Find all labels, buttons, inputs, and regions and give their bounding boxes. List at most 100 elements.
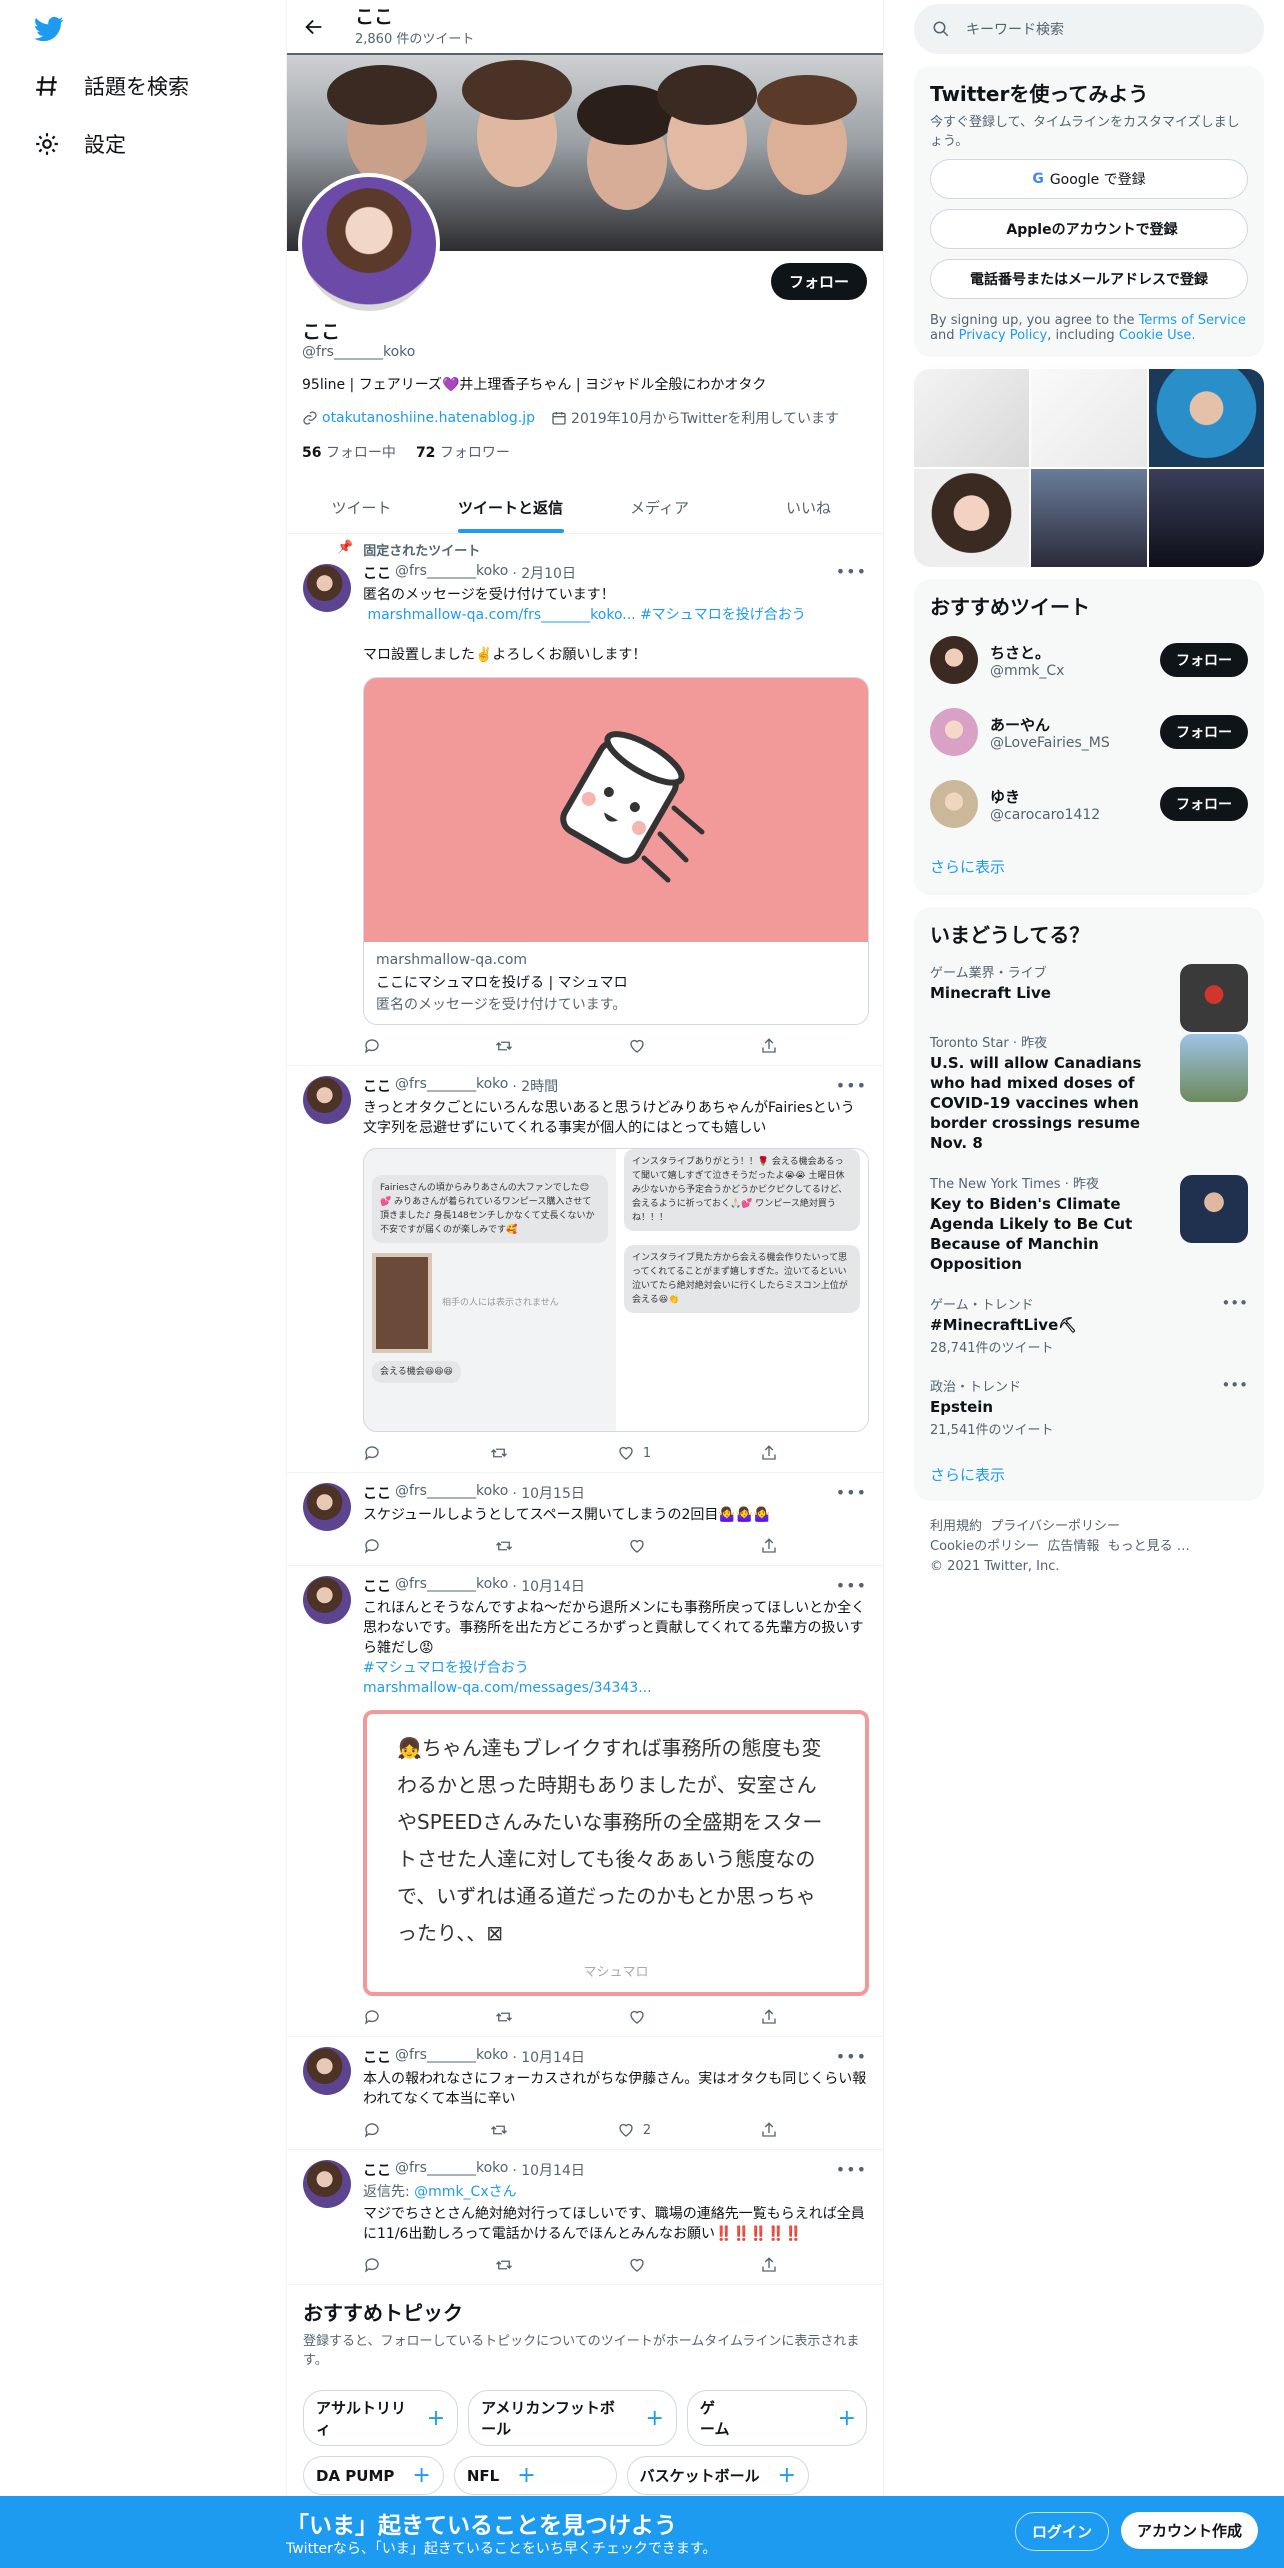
tweet[interactable]: ••• ここ @frs_______koko · 10月14日 本人の報われなさにフ… bbox=[287, 2037, 883, 2150]
share-button[interactable] bbox=[760, 1444, 778, 1462]
topic-chip[interactable]: DA PUMP + bbox=[303, 2456, 444, 2495]
retweet-button[interactable] bbox=[495, 2256, 513, 2274]
user-suggestion[interactable]: あーやん @LoveFairies_MS フォロー bbox=[914, 696, 1264, 768]
followers-stat[interactable]: 72 フォロワー bbox=[416, 442, 510, 462]
retweet-button[interactable] bbox=[490, 2121, 508, 2139]
twitter-logo-icon[interactable] bbox=[34, 14, 64, 44]
footer-link[interactable]: 広告情報 bbox=[1047, 1539, 1099, 1554]
share-button[interactable] bbox=[760, 2121, 778, 2139]
reply-button[interactable] bbox=[363, 1444, 381, 1462]
following-stat[interactable]: 56 フォロー中 bbox=[302, 442, 396, 462]
signup-button[interactable]: アカウント作成 bbox=[1121, 2512, 1259, 2549]
media-thumbnail[interactable] bbox=[1148, 469, 1264, 567]
hashtag-link[interactable]: #マシュマロを投げ合おう bbox=[640, 607, 806, 623]
footer-link[interactable]: Cookieのポリシー bbox=[930, 1539, 1039, 1554]
tweet-avatar[interactable] bbox=[303, 564, 351, 612]
tweet-avatar[interactable] bbox=[303, 2160, 351, 2208]
nav-settings[interactable]: 設定 bbox=[34, 126, 126, 162]
follow-button[interactable]: フォロー bbox=[1160, 787, 1248, 821]
like-button[interactable] bbox=[628, 1037, 646, 1055]
google-signup-button[interactable]: G Google で登録 bbox=[930, 159, 1248, 199]
more-icon[interactable]: ••• bbox=[1221, 1376, 1248, 1394]
more-icon[interactable]: ••• bbox=[836, 1576, 867, 1595]
retweet-button[interactable] bbox=[490, 1444, 508, 1462]
footer-link[interactable]: もっと見る … bbox=[1108, 1539, 1190, 1554]
retweet-button[interactable] bbox=[495, 1537, 513, 1555]
tweet-avatar[interactable] bbox=[303, 1483, 351, 1531]
trend-item[interactable]: 政治・トレンド Epstein 21,541件のツイート ••• bbox=[914, 1366, 1264, 1448]
tweet-avatar[interactable] bbox=[303, 2047, 351, 2095]
avatar[interactable] bbox=[930, 708, 978, 756]
user-suggestion[interactable]: ゆき @carocaro1412 フォロー bbox=[914, 768, 1264, 840]
like-button[interactable] bbox=[628, 2008, 646, 2026]
profile-avatar[interactable] bbox=[298, 173, 440, 315]
trend-item[interactable]: Toronto Star · 昨夜 U.S. will allow Canadi… bbox=[914, 1022, 1264, 1163]
more-icon[interactable]: ••• bbox=[836, 2160, 867, 2179]
tweet-link[interactable]: marshmallow-qa.com/messages/34343... bbox=[363, 1680, 652, 1696]
topic-chip[interactable]: アメリカンフットボール + bbox=[468, 2390, 677, 2446]
tweet[interactable]: ••• ここ @frs_______koko · 10月15日 スケジュールしようと… bbox=[287, 1473, 883, 1566]
follow-button[interactable]: フォロー bbox=[1160, 715, 1248, 749]
profile-link-text[interactable]: otakutanoshiine.hatenablog.jp bbox=[322, 410, 535, 426]
more-icon[interactable]: ••• bbox=[836, 1483, 867, 1502]
tab-tweets-replies[interactable]: ツイートと返信 bbox=[436, 482, 585, 533]
avatar[interactable] bbox=[930, 636, 978, 684]
footer-link[interactable]: 利用規約 bbox=[930, 1519, 982, 1534]
like-button[interactable] bbox=[628, 1537, 646, 1555]
media-thumbnail[interactable] bbox=[914, 369, 1030, 467]
topic-chip[interactable]: ゲーム + bbox=[686, 2390, 868, 2446]
tweet[interactable]: ••• ここ @frs_______koko · 10月14日 これほんとそうなんで… bbox=[287, 1566, 883, 2037]
reply-to-link[interactable]: @mmk_Cxさん bbox=[414, 2184, 516, 2200]
follow-button[interactable]: フォロー bbox=[1160, 643, 1248, 677]
user-suggestion[interactable]: ちさと。 @mmk_Cx フォロー bbox=[914, 624, 1264, 696]
like-button[interactable]: 1 bbox=[617, 1444, 651, 1462]
reply-button[interactable] bbox=[363, 2256, 381, 2274]
tweet[interactable]: ••• ここ @frs_______koko · 2時間 きっとオタクごとにいろんな… bbox=[287, 1066, 883, 1473]
more-icon[interactable]: ••• bbox=[836, 562, 867, 581]
tweet[interactable]: 📌 固定されたツイート ••• ここ @frs_______koko · 2月10日 … bbox=[287, 534, 883, 1066]
terms-link[interactable]: Terms of Service bbox=[1139, 313, 1246, 328]
tweet-link[interactable]: marshmallow-qa.com/frs_______koko... bbox=[367, 607, 635, 623]
tweet-avatar[interactable] bbox=[303, 1076, 351, 1124]
share-button[interactable] bbox=[760, 2256, 778, 2274]
login-button[interactable]: ログイン bbox=[1015, 2512, 1110, 2551]
share-button[interactable] bbox=[760, 1537, 778, 1555]
link-card[interactable]: marshmallow-qa.com ここにマシュマロを投げる | マシュマロ … bbox=[363, 677, 869, 1025]
like-button[interactable]: 2 bbox=[617, 2121, 651, 2139]
topic-chip[interactable]: NFL + bbox=[453, 2456, 617, 2495]
media-thumbnail[interactable] bbox=[914, 469, 1030, 567]
media-thumbnail[interactable] bbox=[1031, 369, 1147, 467]
like-button[interactable] bbox=[628, 2256, 646, 2274]
search-box[interactable]: キーワード検索 bbox=[914, 4, 1264, 54]
reply-button[interactable] bbox=[363, 2121, 381, 2139]
tab-media[interactable]: メディア bbox=[585, 482, 734, 533]
reply-button[interactable] bbox=[363, 1537, 381, 1555]
show-more-link[interactable]: さらに表示 bbox=[914, 840, 1264, 893]
retweet-button[interactable] bbox=[495, 2008, 513, 2026]
more-icon[interactable]: ••• bbox=[836, 1076, 867, 1095]
topic-chip[interactable]: バスケットボール + bbox=[626, 2456, 810, 2495]
tweet-avatar[interactable] bbox=[303, 1576, 351, 1624]
nav-explore[interactable]: 話題を検索 bbox=[34, 68, 189, 104]
trend-item[interactable]: The New York Times · 昨夜 Key to Biden's C… bbox=[914, 1163, 1264, 1284]
share-button[interactable] bbox=[760, 1037, 778, 1055]
footer-link[interactable]: プライバシーポリシー bbox=[990, 1519, 1120, 1534]
hashtag-link[interactable]: #マシュマロを投げ合おう bbox=[363, 1660, 529, 1676]
tweet-image[interactable]: Fairiesさんの頃からみりあさんの大ファンでした😊💕 みりあさんが着られてい… bbox=[363, 1148, 869, 1432]
retweet-button[interactable] bbox=[495, 1037, 513, 1055]
media-thumbnail[interactable] bbox=[1148, 369, 1264, 467]
phone-email-signup-button[interactable]: 電話番号またはメールアドレスで登録 bbox=[930, 259, 1248, 299]
follow-button[interactable]: フォロー bbox=[770, 263, 867, 300]
back-arrow-icon[interactable] bbox=[303, 16, 325, 38]
apple-signup-button[interactable]: Appleのアカウントで登録 bbox=[930, 209, 1248, 249]
share-button[interactable] bbox=[760, 2008, 778, 2026]
tweet[interactable]: ••• ここ @frs_______koko · 10月14日 返信先: @mmk_… bbox=[287, 2150, 883, 2285]
trend-item[interactable]: ゲーム・トレンド #MinecraftLive⛏ 28,741件のツイート ••… bbox=[914, 1284, 1264, 1366]
trend-item[interactable]: ゲーム業界・ライブ Minecraft Live bbox=[914, 952, 1264, 1032]
show-more-link[interactable]: さらに表示 bbox=[914, 1448, 1264, 1501]
profile-link[interactable]: otakutanoshiine.hatenablog.jp bbox=[302, 410, 535, 426]
more-icon[interactable]: ••• bbox=[1221, 1294, 1248, 1312]
reply-button[interactable] bbox=[363, 1037, 381, 1055]
more-icon[interactable]: ••• bbox=[836, 2047, 867, 2066]
tab-tweets[interactable]: ツイート bbox=[287, 482, 436, 533]
